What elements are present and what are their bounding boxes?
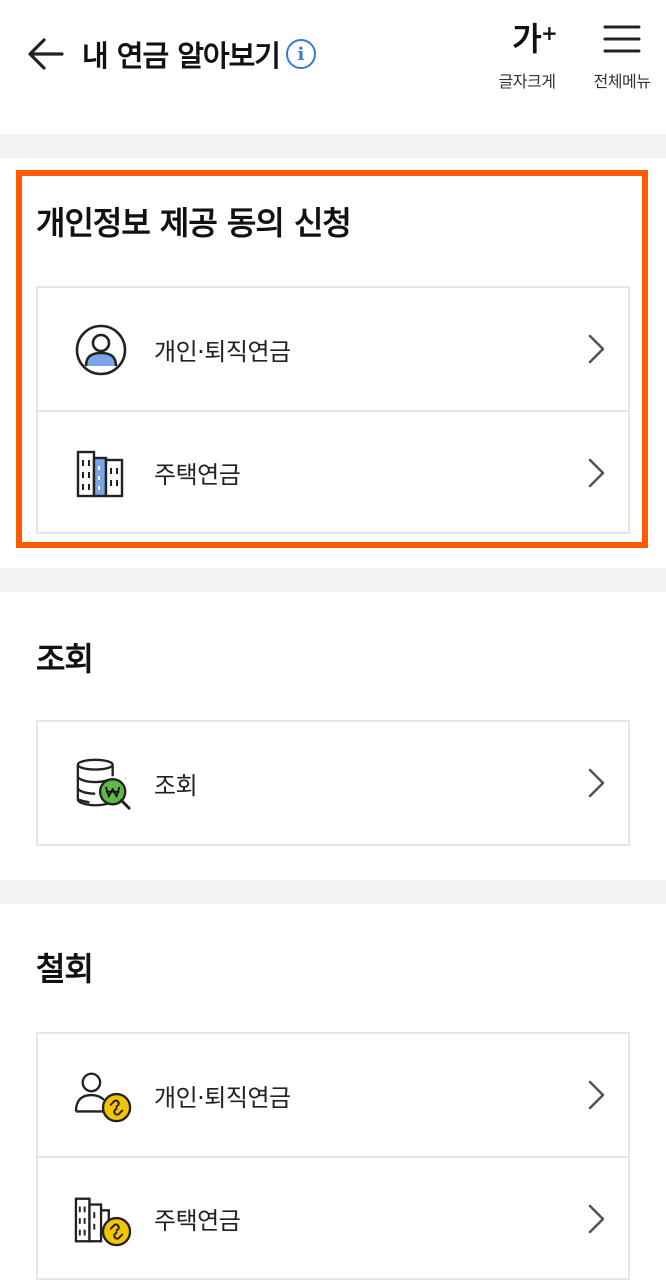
- consent-personal-pension-item[interactable]: 개인·퇴직연금: [38, 288, 628, 410]
- withdraw-housing-pension-item[interactable]: 주택연금: [38, 1156, 628, 1278]
- person-icon: [75, 324, 127, 376]
- inquiry-card: 조회: [36, 720, 630, 846]
- font-size-glyph-text: 가: [512, 20, 542, 58]
- page-title-wrap: 내 연금 알아보기 i: [82, 30, 316, 78]
- inquiry-section: 조회 조회: [0, 592, 666, 880]
- section-divider: [0, 134, 666, 158]
- building-unlink-icon: [74, 1197, 132, 1247]
- consent-section: 개인정보 제공 동의 신청 개인·퇴직연금 주택연금: [0, 158, 666, 568]
- chevron-right-icon: [588, 458, 605, 488]
- arrow-left-icon: [28, 38, 64, 70]
- inquiry-section-title: 조회: [36, 640, 94, 678]
- person-unlink-icon: [74, 1072, 132, 1123]
- page-title: 내 연금 알아보기: [82, 39, 281, 73]
- app-header: 내 연금 알아보기 i 가 + 글자크게 전체메뉴: [0, 0, 666, 134]
- chevron-right-icon: [588, 1080, 605, 1110]
- consent-card: 개인·퇴직연금 주택연금: [36, 286, 630, 534]
- font-size-button[interactable]: 가 + 글자크게: [488, 16, 566, 96]
- withdraw-card: 개인·퇴직연금 주택연금: [36, 1032, 630, 1280]
- consent-section-title: 개인정보 제공 동의 신청: [36, 204, 352, 242]
- font-size-plus: +: [540, 21, 558, 45]
- row-label: 조회: [154, 771, 198, 800]
- section-divider: [0, 568, 666, 592]
- row-label: 주택연금: [154, 1206, 241, 1235]
- database-search-icon: [76, 758, 131, 810]
- chevron-right-icon: [588, 334, 605, 364]
- building-icon: [76, 450, 124, 498]
- row-label: 개인·퇴직연금: [154, 337, 291, 366]
- chevron-right-icon: [588, 768, 605, 798]
- row-label: 주택연금: [154, 460, 241, 489]
- back-button[interactable]: [22, 30, 70, 78]
- withdraw-personal-pension-item[interactable]: 개인·퇴직연금: [38, 1034, 628, 1156]
- row-label: 개인·퇴직연금: [154, 1083, 291, 1112]
- font-size-label: 글자크게: [498, 72, 556, 91]
- hamburger-menu-icon: [599, 16, 645, 62]
- chevron-right-icon: [588, 1204, 605, 1234]
- section-divider: [0, 880, 666, 904]
- menu-button[interactable]: 전체메뉴: [584, 16, 660, 96]
- consent-housing-pension-item[interactable]: 주택연금: [38, 410, 628, 532]
- withdraw-section-title: 철회: [36, 950, 94, 988]
- menu-label: 전체메뉴: [593, 72, 651, 91]
- info-icon[interactable]: i: [285, 39, 316, 69]
- font-size-icon: 가 +: [512, 16, 557, 62]
- inquiry-item[interactable]: 조회: [38, 722, 628, 844]
- withdraw-section: 철회 개인·퇴직연금 주택연금: [0, 904, 666, 1288]
